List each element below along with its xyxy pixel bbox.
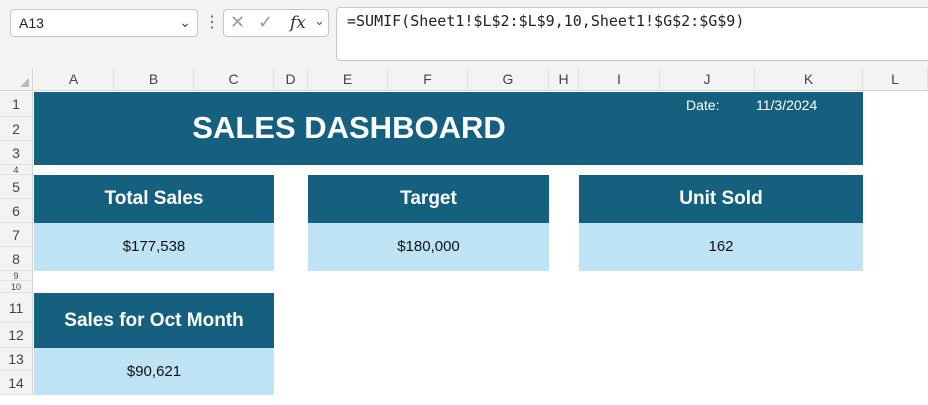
card-unit-sold-label: Unit Sold	[579, 175, 863, 223]
insert-function-icon[interactable]: fx	[290, 13, 306, 33]
row-header-3[interactable]: 3	[0, 141, 33, 165]
chevron-down-icon[interactable]: ⌄	[314, 13, 325, 29]
column-header-h[interactable]: H	[549, 68, 579, 91]
row-header-5[interactable]: 5	[0, 175, 33, 199]
chevron-down-icon[interactable]: ⌄	[179, 14, 191, 31]
row-header-8[interactable]: 8	[0, 247, 33, 271]
card-total-sales-value[interactable]: $177,538	[34, 223, 274, 271]
row-header-13[interactable]: 13	[0, 348, 33, 371]
name-box-value: A13	[19, 15, 44, 31]
column-header-l[interactable]: L	[863, 68, 928, 91]
row-header-12[interactable]: 12	[0, 323, 33, 348]
formula-input[interactable]: =SUMIF(Sheet1!$L$2:$L$9,10,Sheet1!$G$2:$…	[336, 7, 928, 61]
column-header-k[interactable]: K	[755, 68, 863, 91]
row-header-7[interactable]: 7	[0, 223, 33, 247]
row-header-10[interactable]: 10	[0, 281, 33, 293]
more-options-icon[interactable]: ⋮	[204, 13, 220, 33]
formula-buttons: ✕ ✓ fx ⌄	[223, 9, 329, 37]
column-header-c[interactable]: C	[194, 68, 274, 91]
checkmark-icon[interactable]: ✓	[258, 12, 273, 33]
date-label: Date:	[686, 97, 720, 113]
column-header-f[interactable]: F	[388, 68, 468, 91]
card-total-sales-label: Total Sales	[34, 175, 274, 223]
dashboard-title: SALES DASHBOARD	[192, 110, 506, 145]
card-oct-sales-label: Sales for Oct Month	[34, 293, 274, 348]
date-value: 11/3/2024	[756, 97, 818, 113]
close-icon[interactable]: ✕	[230, 12, 245, 33]
select-all-corner[interactable]	[0, 68, 33, 91]
name-box[interactable]: A13 ⌄	[10, 9, 198, 37]
column-header-b[interactable]: B	[114, 68, 194, 91]
column-header-a[interactable]: A	[34, 68, 114, 91]
dashboard-banner: SALES DASHBOARD Date: 11/3/2024	[34, 92, 863, 165]
row-header-6[interactable]: 6	[0, 199, 33, 223]
column-header-e[interactable]: E	[308, 68, 388, 91]
column-header-g[interactable]: G	[468, 68, 549, 91]
card-target-label: Target	[308, 175, 549, 223]
card-target-value[interactable]: $180,000	[308, 223, 549, 271]
card-oct-sales-value[interactable]: $90,621	[34, 348, 274, 395]
column-header-d[interactable]: D	[274, 68, 308, 91]
row-header-9[interactable]: 9	[0, 271, 33, 281]
row-header-4[interactable]: 4	[0, 165, 33, 175]
column-header-j[interactable]: J	[660, 68, 755, 91]
row-header-1[interactable]: 1	[0, 92, 33, 117]
row-header-2[interactable]: 2	[0, 117, 33, 141]
row-header-11[interactable]: 11	[0, 293, 33, 323]
card-unit-sold-value[interactable]: 162	[579, 223, 863, 271]
row-header-14[interactable]: 14	[0, 371, 33, 395]
column-header-i[interactable]: I	[579, 68, 660, 91]
